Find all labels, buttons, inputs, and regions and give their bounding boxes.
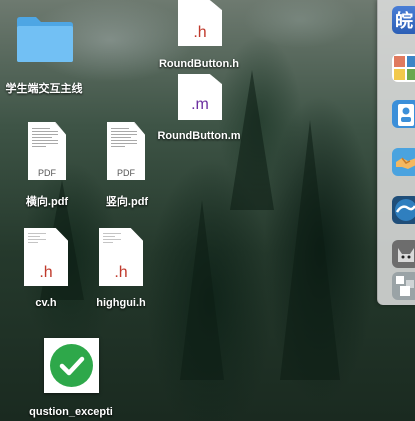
desktop-item-folder[interactable] — [14, 14, 76, 64]
dock: 皖 — [377, 0, 415, 305]
code-preview-lines — [103, 233, 121, 245]
page-fold-icon — [130, 228, 143, 241]
file-extension: .m — [191, 96, 209, 113]
app-icon-glyph: 皖 — [395, 11, 413, 31]
desktop-item-pdf-portrait[interactable]: PDF — [107, 122, 145, 180]
page-fold-icon — [209, 0, 222, 11]
desktop-item-label: cv.h — [35, 297, 57, 309]
pdf-preview-lines — [32, 128, 58, 149]
desktop-item-label: 学生端交互主线 — [5, 83, 83, 95]
desktop-item-highgui-h[interactable]: .h — [99, 228, 143, 286]
cat-app-icon[interactable] — [392, 240, 415, 268]
desktop-item-label: RoundButton.h — [158, 58, 240, 70]
page-fold-icon — [209, 74, 222, 85]
checkmark-icon — [50, 344, 93, 387]
desktop-item-label: 横向.pdf — [25, 196, 69, 208]
desktop-item-question-exception[interactable] — [44, 338, 99, 393]
tree-silhouette — [280, 120, 340, 380]
file-extension: .h — [193, 24, 207, 41]
tree-silhouette — [180, 200, 224, 380]
file-extension: .h — [39, 264, 53, 281]
desktop-item-roundbutton-h[interactable]: .h — [178, 0, 222, 46]
photo-grid-icon — [394, 56, 415, 80]
handshake-icon[interactable] — [392, 148, 415, 176]
pixel-app-icon[interactable] — [392, 272, 415, 300]
code-preview-lines — [28, 233, 46, 245]
desktop-item-label: RoundButton.m — [157, 130, 241, 142]
desktop-item-label: qustion_excepti — [29, 406, 113, 418]
contacts-badge-icon[interactable] — [392, 100, 415, 128]
app-icon-photo-grid[interactable] — [392, 54, 415, 82]
wave-app-icon[interactable] — [392, 196, 415, 224]
desktop-item-cv-h[interactable]: .h — [24, 228, 68, 286]
desktop-item-roundbutton-m[interactable]: .m — [178, 74, 222, 120]
desktop: 学生端交互主线 .h RoundButton.h .m RoundButton.… — [0, 0, 415, 421]
file-extension: .h — [114, 264, 128, 281]
app-icon-chinese-text[interactable]: 皖 — [392, 6, 415, 34]
folder-icon — [17, 17, 73, 62]
desktop-item-label: 竖向.pdf — [105, 196, 149, 208]
desktop-item-pdf-landscape[interactable]: PDF — [28, 122, 66, 180]
file-extension: PDF — [117, 168, 135, 178]
file-extension: PDF — [38, 168, 56, 178]
pdf-preview-lines — [111, 128, 137, 149]
desktop-item-label: highgui.h — [96, 297, 146, 309]
